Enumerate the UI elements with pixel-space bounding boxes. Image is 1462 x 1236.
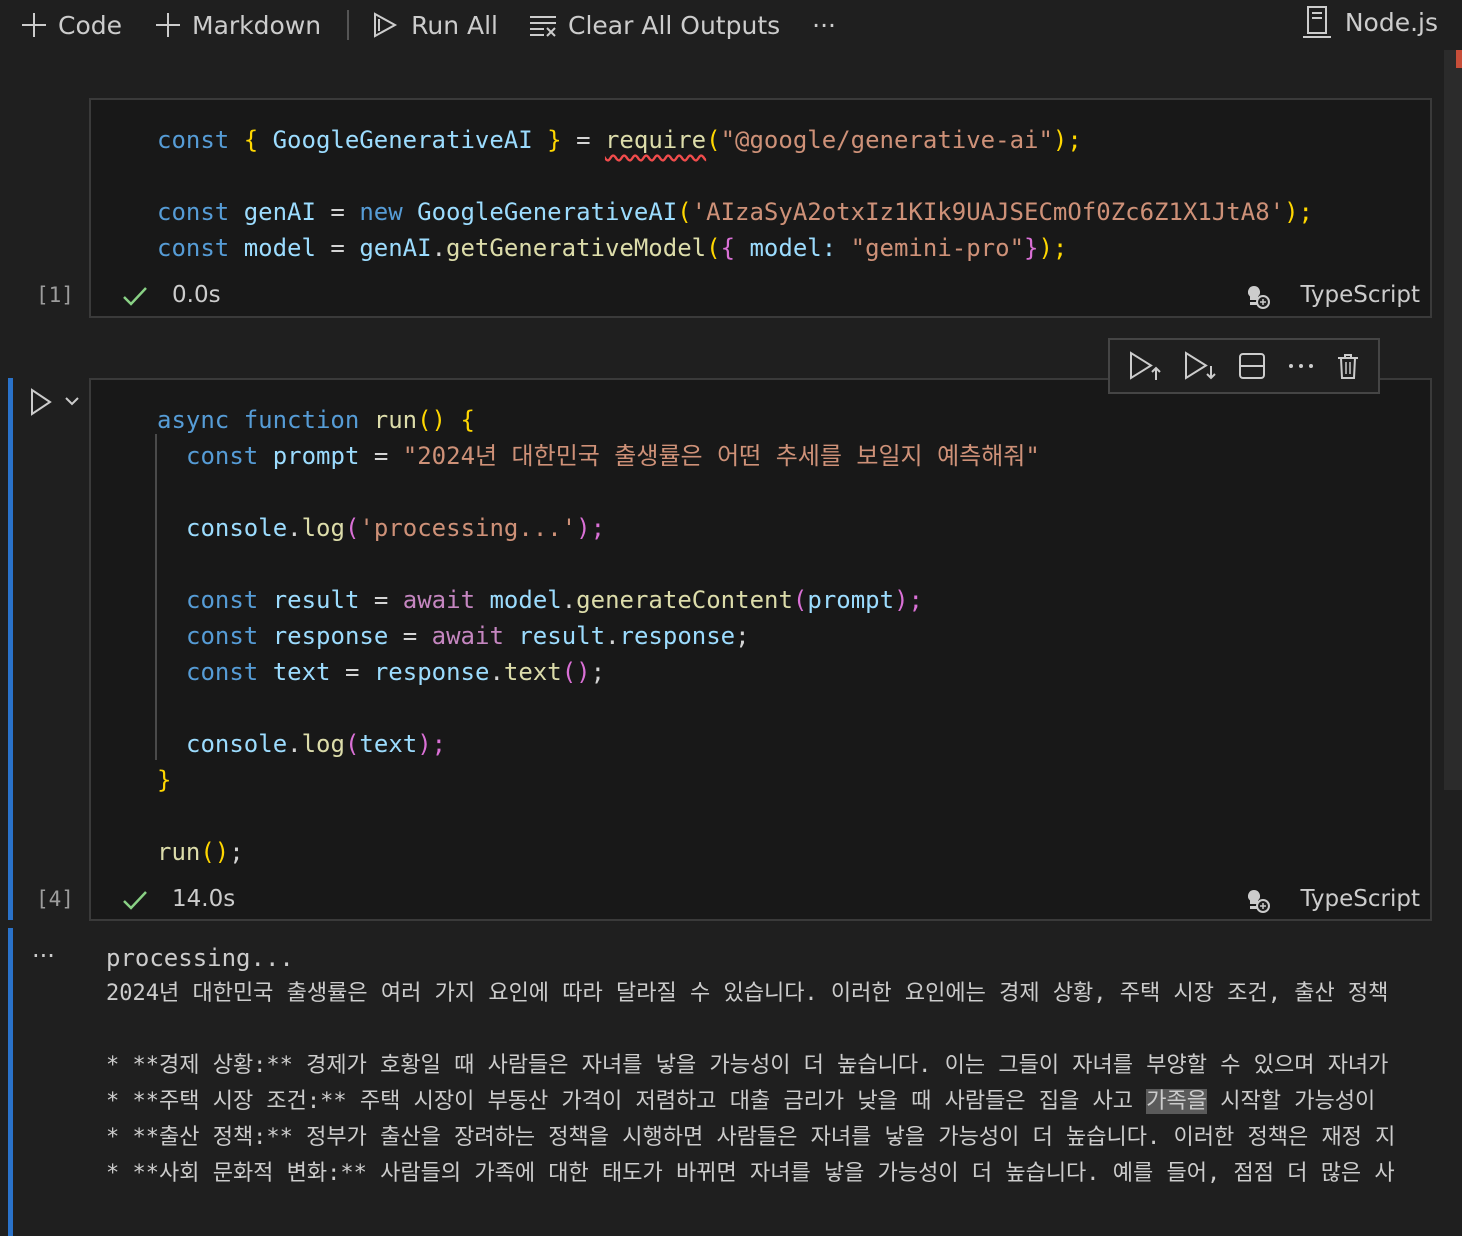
kernel-label: Node.js [1344,7,1438,37]
code-cell-1[interactable]: const { GoogleGenerativeAI } = require("… [89,98,1432,318]
execute-below-button[interactable] [1183,350,1217,382]
server-environment-icon [1302,6,1331,38]
clear-all-outputs-button[interactable]: Clear All Outputs [528,5,780,45]
kernel-picker[interactable]: Node.js [1301,5,1438,39]
focused-cell-indicator [8,378,13,920]
execution-time: 14.0s [172,886,236,912]
output-line: * **사회 문화적 변화:** 사람들의 가족에 대한 태도가 바뀌면 자녀를… [106,1161,1395,1186]
add-code-label: Code [58,10,123,40]
run-below-icon [1185,351,1216,380]
more-actions-button[interactable]: ··· [812,5,836,45]
code-line: const model = genAI.getGenerativeModel({… [157,234,1068,262]
add-markdown-label: Markdown [192,10,322,40]
focused-cell-output-indicator [8,928,13,1236]
cell-language-label[interactable]: TypeScript [1300,886,1420,912]
run-all-icon [374,12,398,38]
split-cell-icon [1238,353,1265,379]
cell-output: processing... 2024년 대한민국 출생률은 여러 가지 요인에 … [106,940,1432,1236]
scrollbar-error-marker [1456,50,1462,68]
clear-outputs-label: Clear All Outputs [568,10,781,40]
output-line: * **주택 시장 조건:** 주택 시장이 부동산 가격이 저렴하고 대출 금… [106,1089,1376,1114]
run-above-icon [1130,351,1162,380]
execution-count: [4] [36,887,74,911]
success-check-icon [123,287,147,306]
code-line: const response = await result.response; [186,622,750,650]
cell-more-actions-button[interactable] [1287,362,1315,370]
add-code-cell-button[interactable]: Code [20,5,122,45]
execute-above-button[interactable] [1128,350,1162,382]
output-line: * **경제 상황:** 경제가 호황일 때 사람들은 자녀를 낳을 가능성이 … [106,1053,1389,1078]
output-line: processing... [106,944,294,972]
code-line: const result = await model.generateConte… [186,586,923,614]
code-line: console.log('processing...'); [186,514,606,542]
success-check-icon [123,891,147,910]
run-all-label: Run All [411,10,499,40]
output-line: * **출산 정책:** 정부가 출산을 장려하는 정책을 시행하면 사람들은 … [106,1125,1396,1150]
code-line: const prompt = "2024년 대한민국 출생률은 어떤 추세를 보… [186,442,1040,470]
code-line: const genAI = new GoogleGenerativeAI('AI… [157,198,1313,226]
ellipsis-icon [1288,364,1313,368]
code-line: console.log(text); [186,730,447,758]
language-status-icon[interactable] [1246,888,1270,914]
run-all-button[interactable]: Run All [371,5,498,45]
split-cell-button[interactable] [1238,352,1266,380]
clear-outputs-icon [530,16,557,37]
code-line: } [157,766,172,794]
ellipsis-icon: ··· [812,10,836,40]
execution-time: 0.0s [172,282,221,308]
code-line: run(); [157,838,244,866]
chevron-down-icon[interactable] [64,396,80,406]
plus-icon [22,13,46,37]
toolbar-divider [347,10,350,40]
code-line: const { GoogleGenerativeAI } = require("… [157,126,1082,154]
run-cell-icon[interactable] [29,388,53,416]
notebook-toolbar: Code Markdown Run All Clear All Outputs … [0,0,1462,50]
execution-count: [1] [36,283,74,307]
text-selection-highlight: 가족을 [1146,1089,1208,1114]
plus-icon [156,13,181,37]
code-line: async function run() { [157,406,475,434]
output-more-actions-button[interactable]: ··· [32,942,55,970]
delete-cell-button[interactable] [1336,352,1360,380]
cell-language-label[interactable]: TypeScript [1300,282,1420,308]
language-status-icon[interactable] [1246,284,1270,310]
trash-icon [1337,354,1358,379]
output-line: 2024년 대한민국 출생률은 여러 가지 요인에 따라 달라질 수 있습니다.… [106,981,1389,1006]
code-line: const text = response.text(); [186,658,606,686]
indent-guide [155,434,157,760]
cell-toolbar [1108,338,1380,394]
add-markdown-cell-button[interactable]: Markdown [154,5,321,45]
vertical-scrollbar[interactable] [1444,50,1462,790]
